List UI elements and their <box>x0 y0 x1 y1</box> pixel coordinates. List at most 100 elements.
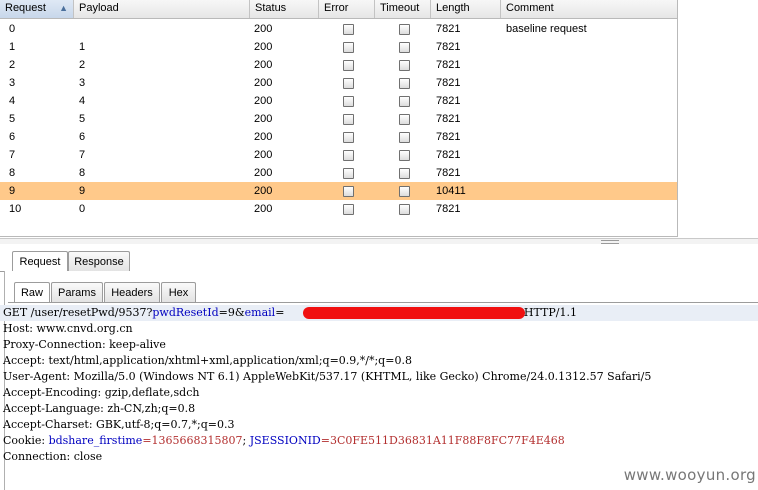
column-header-timeout[interactable]: Timeout <box>375 0 431 18</box>
cell-request: 5 <box>9 113 16 125</box>
cell-request: 9 <box>9 185 16 197</box>
cell-request: 7 <box>9 149 16 161</box>
cell-payload: 1 <box>79 41 86 53</box>
error-checkbox[interactable] <box>343 78 354 89</box>
timeout-checkbox[interactable] <box>399 60 410 71</box>
error-checkbox[interactable] <box>343 186 354 197</box>
cell-status: 200 <box>254 149 273 161</box>
cell-payload: 5 <box>79 113 86 125</box>
header-line: Accept: text/html,application/xhtml+xml,… <box>3 354 412 367</box>
column-label: Comment <box>506 2 554 14</box>
cell-length: 7821 <box>436 23 461 35</box>
table-row[interactable]: 10 0 200 7821 <box>0 200 677 218</box>
error-checkbox[interactable] <box>343 132 354 143</box>
table-row[interactable]: 8 8 200 7821 <box>0 164 677 182</box>
tab-headers[interactable]: Headers <box>104 282 160 302</box>
error-checkbox[interactable] <box>343 150 354 161</box>
error-checkbox[interactable] <box>343 168 354 179</box>
table-row[interactable]: 6 6 200 7821 <box>0 128 677 146</box>
column-label: Length <box>436 2 470 14</box>
redaction-mark <box>303 307 525 319</box>
cell-payload: 6 <box>79 131 86 143</box>
cell-request: 4 <box>9 95 16 107</box>
request-line: GET /user/resetPwd/9537?pwdResetId=9&ema… <box>0 305 758 321</box>
column-header-comment[interactable]: Comment <box>501 0 677 18</box>
param-value: = <box>275 306 285 319</box>
cookie-name: JSESSIONID <box>249 434 321 447</box>
column-header-payload[interactable]: Payload <box>74 0 250 18</box>
cookie-separator: ; <box>242 434 250 447</box>
tab-label: Raw <box>20 287 43 299</box>
cookie-value: =1365668315807 <box>142 434 243 447</box>
table-row[interactable]: 5 5 200 7821 <box>0 110 677 128</box>
header-line: Accept-Encoding: gzip,deflate,sdch <box>3 386 200 399</box>
error-checkbox[interactable] <box>343 204 354 215</box>
timeout-checkbox[interactable] <box>399 186 410 197</box>
column-header-error[interactable]: Error <box>319 0 375 18</box>
pane-splitter[interactable] <box>0 238 758 244</box>
cell-length: 7821 <box>436 203 461 215</box>
splitter-grip-icon[interactable] <box>601 240 619 244</box>
table-row[interactable]: 4 4 200 7821 <box>0 92 677 110</box>
timeout-checkbox[interactable] <box>399 150 410 161</box>
cell-status: 200 <box>254 41 273 53</box>
message-view-tabbar: Raw Params Headers Hex <box>8 278 758 303</box>
cell-status: 200 <box>254 185 273 197</box>
tab-label: Headers <box>111 287 153 299</box>
timeout-checkbox[interactable] <box>399 78 410 89</box>
cell-status: 200 <box>254 77 273 89</box>
tab-raw[interactable]: Raw <box>14 282 50 302</box>
tab-request[interactable]: Request <box>12 251 68 271</box>
timeout-checkbox[interactable] <box>399 24 410 35</box>
header-line: Connection: close <box>3 450 103 463</box>
timeout-checkbox[interactable] <box>399 114 410 125</box>
column-header-length[interactable]: Length <box>431 0 501 18</box>
cell-request: 3 <box>9 77 16 89</box>
cell-comment: baseline request <box>506 23 587 35</box>
cookie-label: Cookie: <box>3 434 49 447</box>
timeout-checkbox[interactable] <box>399 96 410 107</box>
tab-hex[interactable]: Hex <box>161 282 196 302</box>
header-line: Accept-Language: zh-CN,zh;q=0.8 <box>3 402 196 415</box>
cookie-value: =3C0FE511D36831A11F88F8FC77F4E468 <box>320 434 565 447</box>
cell-length: 7821 <box>436 41 461 53</box>
error-checkbox[interactable] <box>343 114 354 125</box>
raw-request-editor[interactable]: GET /user/resetPwd/9537?pwdResetId=9&ema… <box>0 305 758 490</box>
column-header-status[interactable]: Status <box>250 0 319 18</box>
column-label: Request <box>5 2 46 14</box>
request-line-prefix: GET /user/resetPwd/9537? <box>3 306 153 319</box>
timeout-checkbox[interactable] <box>399 132 410 143</box>
column-header-request[interactable]: Request ▲ <box>0 0 74 18</box>
error-checkbox[interactable] <box>343 96 354 107</box>
table-row[interactable]: 0 200 7821 baseline request <box>0 20 677 38</box>
table-row[interactable]: 9 9 200 10411 <box>0 182 677 200</box>
cell-status: 200 <box>254 23 273 35</box>
error-checkbox[interactable] <box>343 60 354 71</box>
table-row[interactable]: 3 3 200 7821 <box>0 74 677 92</box>
error-checkbox[interactable] <box>343 42 354 53</box>
column-label: Timeout <box>380 2 420 14</box>
tab-response[interactable]: Response <box>68 251 130 271</box>
cell-payload: 0 <box>79 203 86 215</box>
param-name: email <box>244 306 276 319</box>
column-label: Status <box>255 2 287 14</box>
cell-length: 7821 <box>436 77 461 89</box>
cell-status: 200 <box>254 131 273 143</box>
cell-request: 1 <box>9 41 16 53</box>
tab-label: Params <box>58 287 96 299</box>
cookie-name: bdshare_firstime <box>48 434 143 447</box>
column-label: Payload <box>79 2 119 14</box>
timeout-checkbox[interactable] <box>399 168 410 179</box>
error-checkbox[interactable] <box>343 24 354 35</box>
cell-request: 2 <box>9 59 16 71</box>
table-row[interactable]: 1 1 200 7821 <box>0 38 677 56</box>
table-row[interactable]: 7 7 200 7821 <box>0 146 677 164</box>
timeout-checkbox[interactable] <box>399 204 410 215</box>
header-line: Proxy-Connection: keep-alive <box>3 338 166 351</box>
cell-payload: 8 <box>79 167 86 179</box>
column-label: Error <box>324 2 349 14</box>
table-row[interactable]: 2 2 200 7821 <box>0 56 677 74</box>
cell-length: 7821 <box>436 149 461 161</box>
timeout-checkbox[interactable] <box>399 42 410 53</box>
tab-params[interactable]: Params <box>51 282 103 302</box>
